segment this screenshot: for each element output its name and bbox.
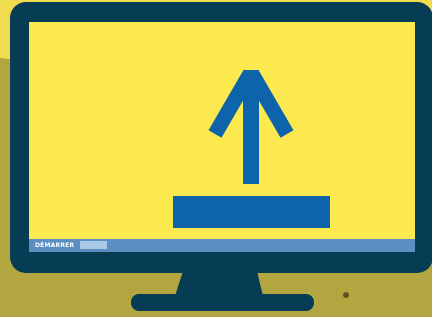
monitor-stand [175,271,263,296]
power-led-icon [343,292,349,298]
monitor-foot [131,294,314,311]
